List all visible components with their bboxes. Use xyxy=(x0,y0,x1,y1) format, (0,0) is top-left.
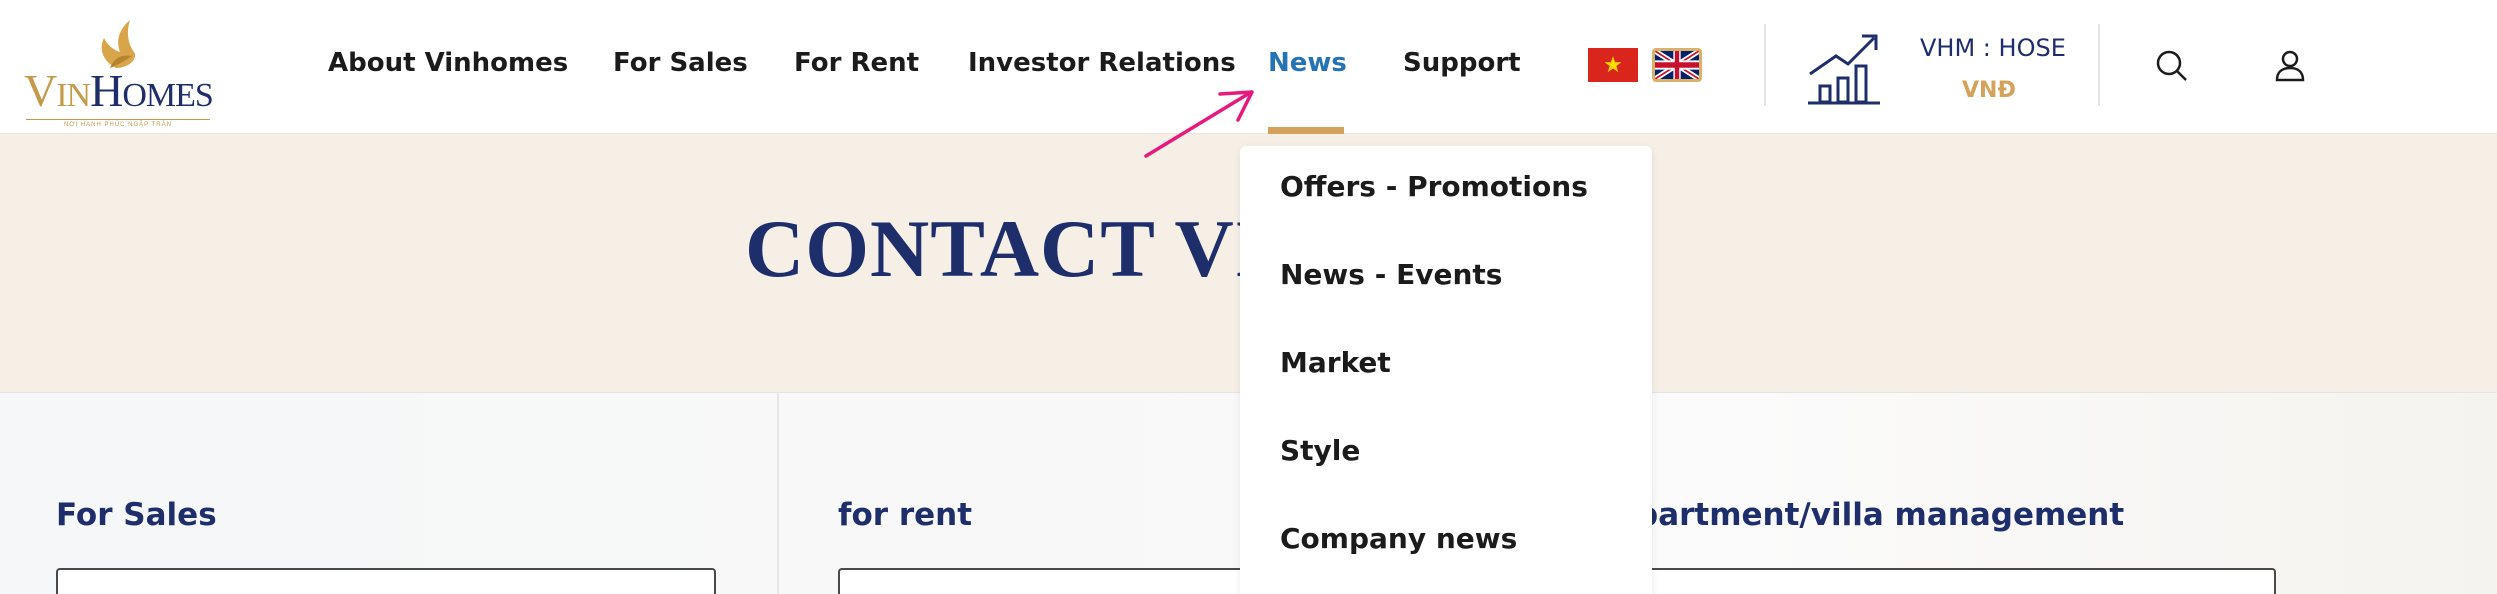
flag-vn-icon[interactable]: ★ xyxy=(1588,48,1638,82)
nav-about-vinhomes[interactable]: About Vinhomes xyxy=(328,48,568,78)
menu-item-offers-promotions[interactable]: Offers - Promotions xyxy=(1280,170,1588,203)
form-heading-for-rent: for rent xyxy=(838,497,973,533)
management-form-field[interactable] xyxy=(1636,568,2276,594)
column-divider xyxy=(777,393,779,594)
logo-tagline: NƠI HẠNH PHÚC NGẬP TRÀN xyxy=(26,119,210,128)
form-heading-management: partment/villa management xyxy=(1636,497,2125,533)
menu-item-news-events[interactable]: News - Events xyxy=(1280,258,1502,291)
logo-wordmark: VINHOMES xyxy=(24,65,214,116)
page-title: CONTACT VI xyxy=(745,203,1268,294)
menu-item-company-news[interactable]: Company news xyxy=(1280,522,1517,555)
search-button[interactable] xyxy=(2152,46,2192,86)
menu-item-market[interactable]: Market xyxy=(1280,346,1391,379)
nav-for-sales[interactable]: For Sales xyxy=(613,48,748,78)
news-dropdown-menu: Offers - Promotions News - Events Market… xyxy=(1240,146,1652,594)
menu-item-style[interactable]: Style xyxy=(1280,434,1360,467)
nav-investor-relations[interactable]: Investor Relations xyxy=(968,48,1236,78)
bird-logo-icon xyxy=(101,20,136,68)
flag-star-icon: ★ xyxy=(1603,52,1623,77)
union-jack-icon xyxy=(1655,51,1699,79)
account-button[interactable] xyxy=(2270,46,2310,86)
nav-support[interactable]: Support xyxy=(1403,48,1521,78)
for-sales-form-field[interactable] xyxy=(56,568,716,594)
vinhomes-logo[interactable]: VINHOMES NƠI HẠNH PHÚC NGẬP TRÀN xyxy=(24,18,214,128)
nav-for-rent[interactable]: For Rent xyxy=(794,48,919,78)
nav-news[interactable]: News xyxy=(1268,48,1347,78)
form-heading-for-sales: For Sales xyxy=(56,497,217,533)
search-icon xyxy=(2156,50,2187,81)
header-divider xyxy=(2098,24,2100,106)
flag-uk-icon[interactable] xyxy=(1652,48,1702,82)
stock-currency: VNĐ xyxy=(1962,78,2016,103)
header-divider xyxy=(1764,24,1766,106)
active-nav-underline xyxy=(1268,127,1344,134)
stock-code[interactable]: VHM : HOSE xyxy=(1920,34,2066,62)
chart-up-icon[interactable] xyxy=(1806,30,1882,106)
user-icon xyxy=(2275,50,2305,82)
